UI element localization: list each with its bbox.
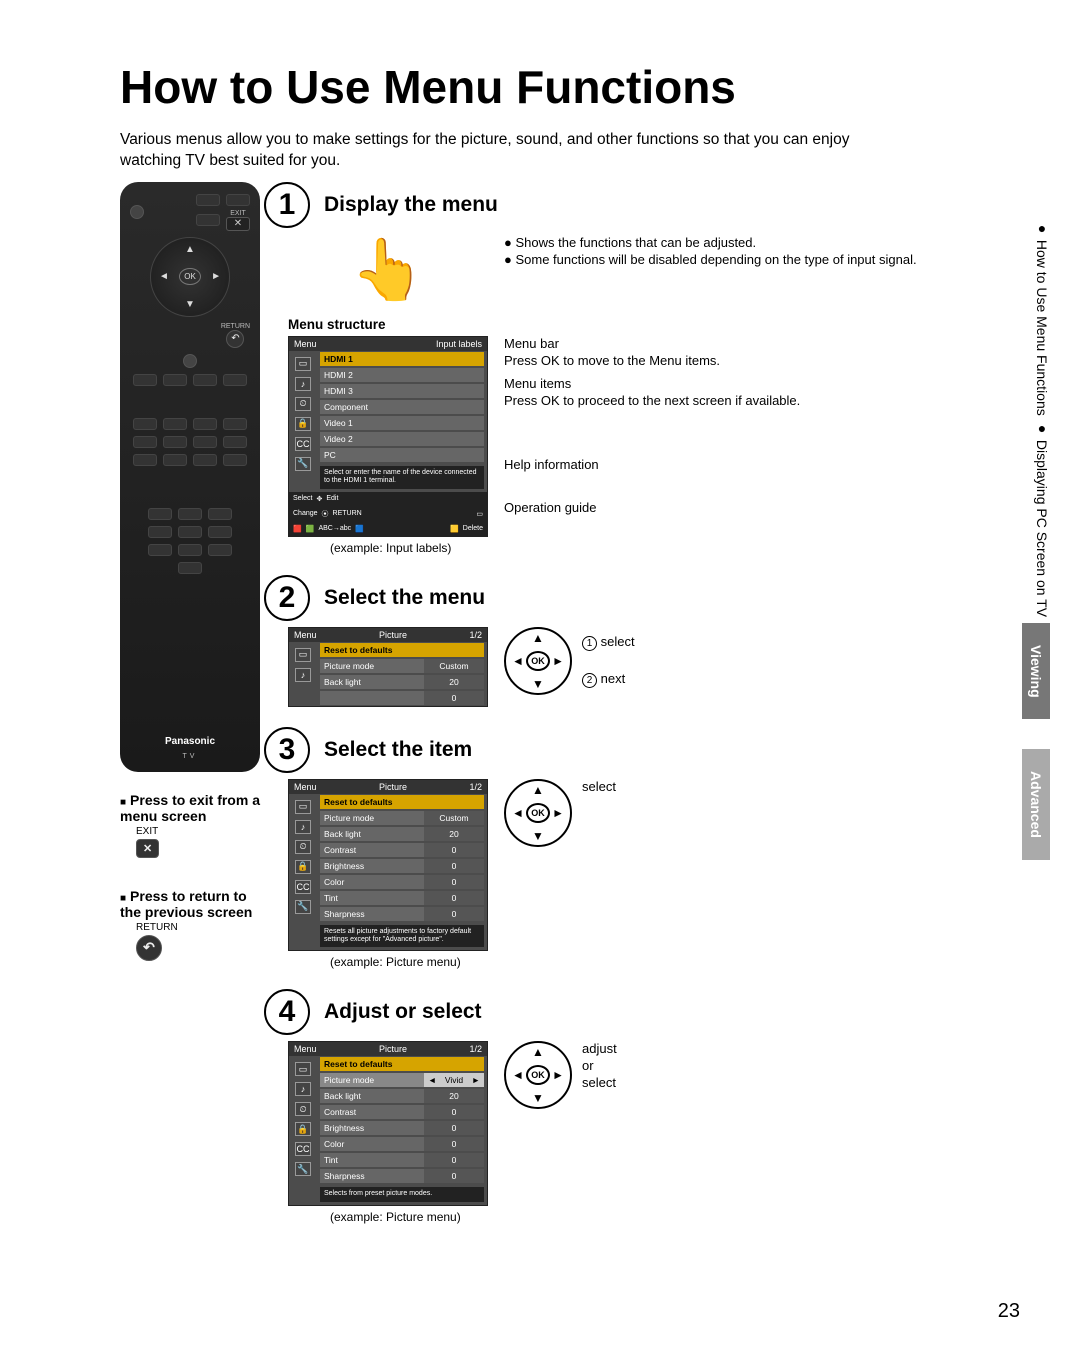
exit-label: EXIT (230, 210, 246, 217)
page-title: How to Use Menu Functions (120, 60, 1020, 114)
picture-menu-2: MenuPicture1/2 ▭♪ Reset to defaults Pict… (288, 627, 488, 707)
side-link-1: How to Use Menu Functions (1034, 220, 1050, 416)
side-tabs: How to Use Menu Functions Displaying PC … (1022, 220, 1050, 860)
intro-text: Various menus allow you to make settings… (120, 130, 880, 172)
example-1: (example: Input labels) (330, 541, 488, 555)
step-number-2: 2 (264, 575, 310, 621)
step-2-title: Select the menu (324, 586, 485, 610)
tv-label: TV (183, 753, 198, 760)
note-1: Shows the functions that can be adjusted… (504, 234, 917, 252)
step-number-4: 4 (264, 989, 310, 1035)
step-3-title: Select the item (324, 738, 472, 762)
step-4: 4 Adjust or select MenuPicture1/2 ▭♪⏲🔒CC… (288, 989, 1020, 1223)
dpad-step2: ▲▼◄►OK (504, 627, 572, 695)
example-4: (example: Picture menu) (330, 1210, 488, 1224)
page-number: 23 (998, 1300, 1020, 1323)
step-4-title: Adjust or select (324, 1000, 482, 1024)
tab-advanced: Advanced (1022, 749, 1050, 860)
step-2: 2 Select the menu MenuPicture1/2 ▭♪ Rese… (288, 575, 1020, 707)
exit-instruction: ■Press to exit from a menu screen EXIT ✕ (120, 792, 270, 858)
step-number-3: 3 (264, 727, 310, 773)
ok-button: OK (179, 268, 201, 285)
side-link-2: Displaying PC Screen on TV (1034, 420, 1050, 617)
note-2: Some functions will be disabled dependin… (504, 251, 917, 269)
dpad-step4: ▲▼◄►OK (504, 1041, 572, 1109)
dpad: ▲▼◄► OK (150, 237, 230, 317)
step-number-1: 1 (264, 182, 310, 228)
menu-structure-label: Menu structure (288, 317, 1020, 332)
step-3: 3 Select the item MenuPicture1/2 ▭♪⏲🔒CC🔧… (288, 727, 1020, 970)
step-1: 1 Display the menu 👆 Shows the functions… (288, 182, 1020, 555)
step-1-title: Display the menu (324, 193, 498, 217)
return-instruction: ■Press to return to the previous screen … (120, 888, 270, 961)
picture-menu-4: MenuPicture1/2 ▭♪⏲🔒CC🔧 Reset to defaults… (288, 1041, 488, 1205)
brand-label: Panasonic (165, 736, 215, 747)
return-label: RETURN (221, 323, 250, 330)
remote-control: EXIT✕ ▲▼◄► OK RETURN ↶ Panason (120, 182, 260, 772)
picture-menu-3: MenuPicture1/2 ▭♪⏲🔒CC🔧 Reset to defaults… (288, 779, 488, 952)
example-3: (example: Picture menu) (330, 955, 488, 969)
menu-structure-box: MenuInput labels ▭♪⏲🔒CC🔧 HDMI 1 HDMI 2 H… (288, 336, 488, 537)
dpad-step3: ▲▼◄►OK (504, 779, 572, 847)
tab-viewing: Viewing (1022, 623, 1050, 720)
